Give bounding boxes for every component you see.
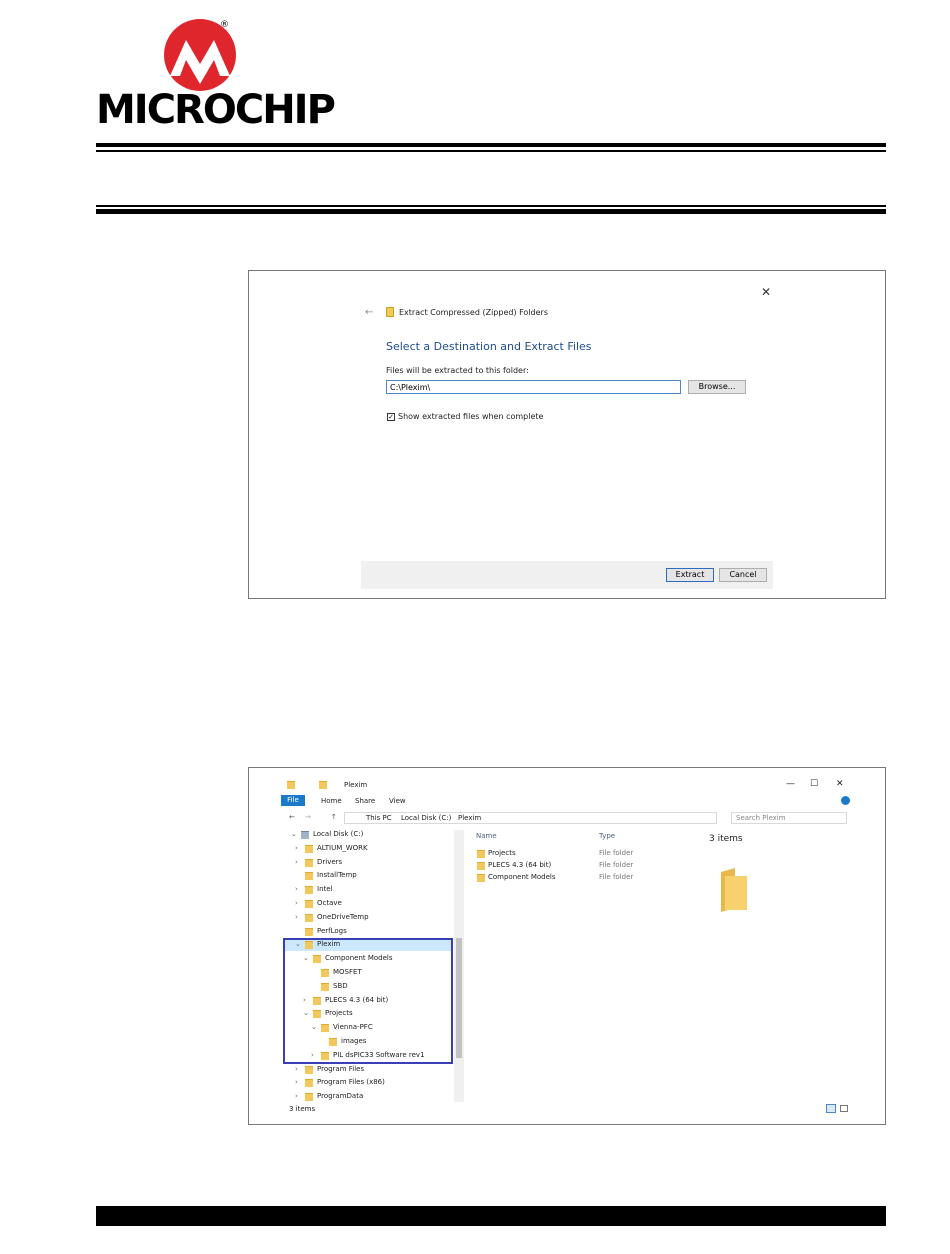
large-icons-view-icon[interactable]	[840, 1105, 848, 1112]
search-placeholder: Search Plexim	[736, 814, 786, 822]
folder-icon	[305, 927, 313, 936]
extract-button[interactable]: Extract	[666, 568, 714, 582]
tab-share[interactable]: Share	[355, 797, 375, 805]
expand-chevron-icon[interactable]: ›	[295, 913, 298, 921]
cancel-button[interactable]: Cancel	[719, 568, 767, 582]
nav-tree-item[interactable]: Program Files	[317, 1065, 364, 1073]
nav-tree-item[interactable]: Intel	[317, 885, 333, 893]
column-header-type[interactable]: Type	[599, 832, 615, 840]
extract-dialog-figure: ✕ ← Extract Compressed (Zipped) Folders …	[248, 270, 886, 599]
tab-home[interactable]: Home	[321, 797, 342, 805]
folder-icon	[305, 1079, 313, 1088]
minimize-icon[interactable]: —	[786, 779, 795, 789]
title-folder-icon	[319, 781, 327, 789]
close-icon[interactable]: ✕	[761, 285, 771, 299]
folder-icon	[305, 872, 313, 881]
folder-icon	[305, 1065, 313, 1074]
back-arrow-icon[interactable]: ←	[365, 307, 373, 318]
column-header-name[interactable]: Name	[476, 832, 497, 840]
tab-file[interactable]: File	[281, 795, 305, 806]
nav-tree-item[interactable]: Octave	[317, 899, 342, 907]
expand-chevron-icon[interactable]: ›	[295, 858, 298, 866]
nav-tree-item[interactable]: PerfLogs	[317, 927, 347, 935]
quick-access-folder-icon	[287, 781, 295, 789]
folder-icon	[477, 862, 485, 870]
folder-icon	[477, 850, 485, 858]
status-item-count: 3 items	[289, 1105, 316, 1113]
folder-icon	[477, 874, 485, 882]
expand-chevron-icon[interactable]: ›	[295, 844, 298, 852]
folder-icon	[305, 913, 313, 922]
show-files-checkbox[interactable]: ✓	[387, 413, 395, 421]
file-row-name[interactable]: Projects	[488, 849, 516, 857]
microchip-logo-text: MICROCHIP	[96, 87, 336, 133]
back-icon[interactable]: ←	[289, 813, 295, 821]
registered-mark: ®	[220, 20, 229, 30]
up-icon[interactable]: ↑	[331, 813, 337, 821]
nav-tree-item[interactable]: Program Files (x86)	[317, 1078, 385, 1086]
dialog-title: Extract Compressed (Zipped) Folders	[399, 308, 548, 317]
drive-icon	[301, 831, 309, 839]
close-icon[interactable]: ✕	[836, 779, 844, 789]
file-row-type: File folder	[599, 849, 634, 857]
zip-folder-icon	[386, 307, 394, 317]
folder-icon	[305, 886, 313, 895]
destination-label: Files will be extracted to this folder:	[386, 366, 529, 375]
forward-icon[interactable]: →	[305, 813, 311, 821]
folder-icon	[305, 844, 313, 853]
header-rule-bottom-thin	[96, 205, 886, 207]
file-row-type: File folder	[599, 873, 634, 881]
nav-tree-item[interactable]: Drivers	[317, 858, 342, 866]
collapse-chevron-icon[interactable]: ⌄	[291, 830, 297, 838]
browse-button[interactable]: Browse...	[688, 380, 746, 394]
help-icon[interactable]	[841, 796, 850, 805]
nav-tree-item[interactable]: InstallTemp	[317, 871, 357, 879]
footer-bar	[96, 1206, 886, 1226]
breadcrumb-local-disk[interactable]: Local Disk (C:)	[401, 814, 451, 822]
explorer-figure: Plexim — ☐ ✕ File Home Share View ← → ↑ …	[248, 767, 886, 1125]
folder-icon	[305, 900, 313, 908]
navigation-scrollbar-thumb[interactable]	[456, 938, 462, 1058]
header-rule-bottom	[96, 209, 886, 214]
window-title: Plexim	[344, 781, 368, 789]
file-row-name[interactable]: PLECS 4.3 (64 bit)	[488, 861, 551, 869]
large-folder-icon	[721, 868, 747, 912]
show-files-label: Show extracted files when complete	[398, 412, 544, 421]
address-bar[interactable]	[344, 812, 717, 824]
breadcrumb-this-pc[interactable]: This PC	[366, 814, 392, 822]
header-rule-top	[96, 143, 886, 147]
expand-chevron-icon[interactable]: ›	[295, 1092, 298, 1100]
plexim-tree-highlight-box	[283, 938, 453, 1064]
preview-item-count: 3 items	[709, 834, 743, 844]
file-row-type: File folder	[599, 861, 634, 869]
nav-tree-item[interactable]: ALTIUM_WORK	[317, 844, 368, 852]
header-rule-top-thin	[96, 150, 886, 152]
tab-view[interactable]: View	[389, 797, 406, 805]
folder-icon	[305, 858, 313, 867]
expand-chevron-icon[interactable]: ›	[295, 1065, 298, 1073]
nav-tree-item[interactable]: Local Disk (C:)	[313, 830, 363, 838]
nav-tree-item[interactable]: OneDriveTemp	[317, 913, 369, 921]
destination-path-input[interactable]: C:\Plexim\	[386, 380, 681, 394]
details-view-icon[interactable]	[826, 1104, 836, 1113]
expand-chevron-icon[interactable]: ›	[295, 1078, 298, 1086]
expand-chevron-icon[interactable]: ›	[295, 899, 298, 907]
file-row-name[interactable]: Component Models	[488, 873, 556, 881]
folder-icon	[305, 1093, 313, 1102]
maximize-icon[interactable]: ☐	[810, 779, 818, 789]
expand-chevron-icon[interactable]: ›	[295, 885, 298, 893]
dialog-heading: Select a Destination and Extract Files	[386, 340, 592, 353]
breadcrumb-plexim[interactable]: Plexim	[458, 814, 481, 822]
nav-tree-item[interactable]: ProgramData	[317, 1092, 363, 1100]
